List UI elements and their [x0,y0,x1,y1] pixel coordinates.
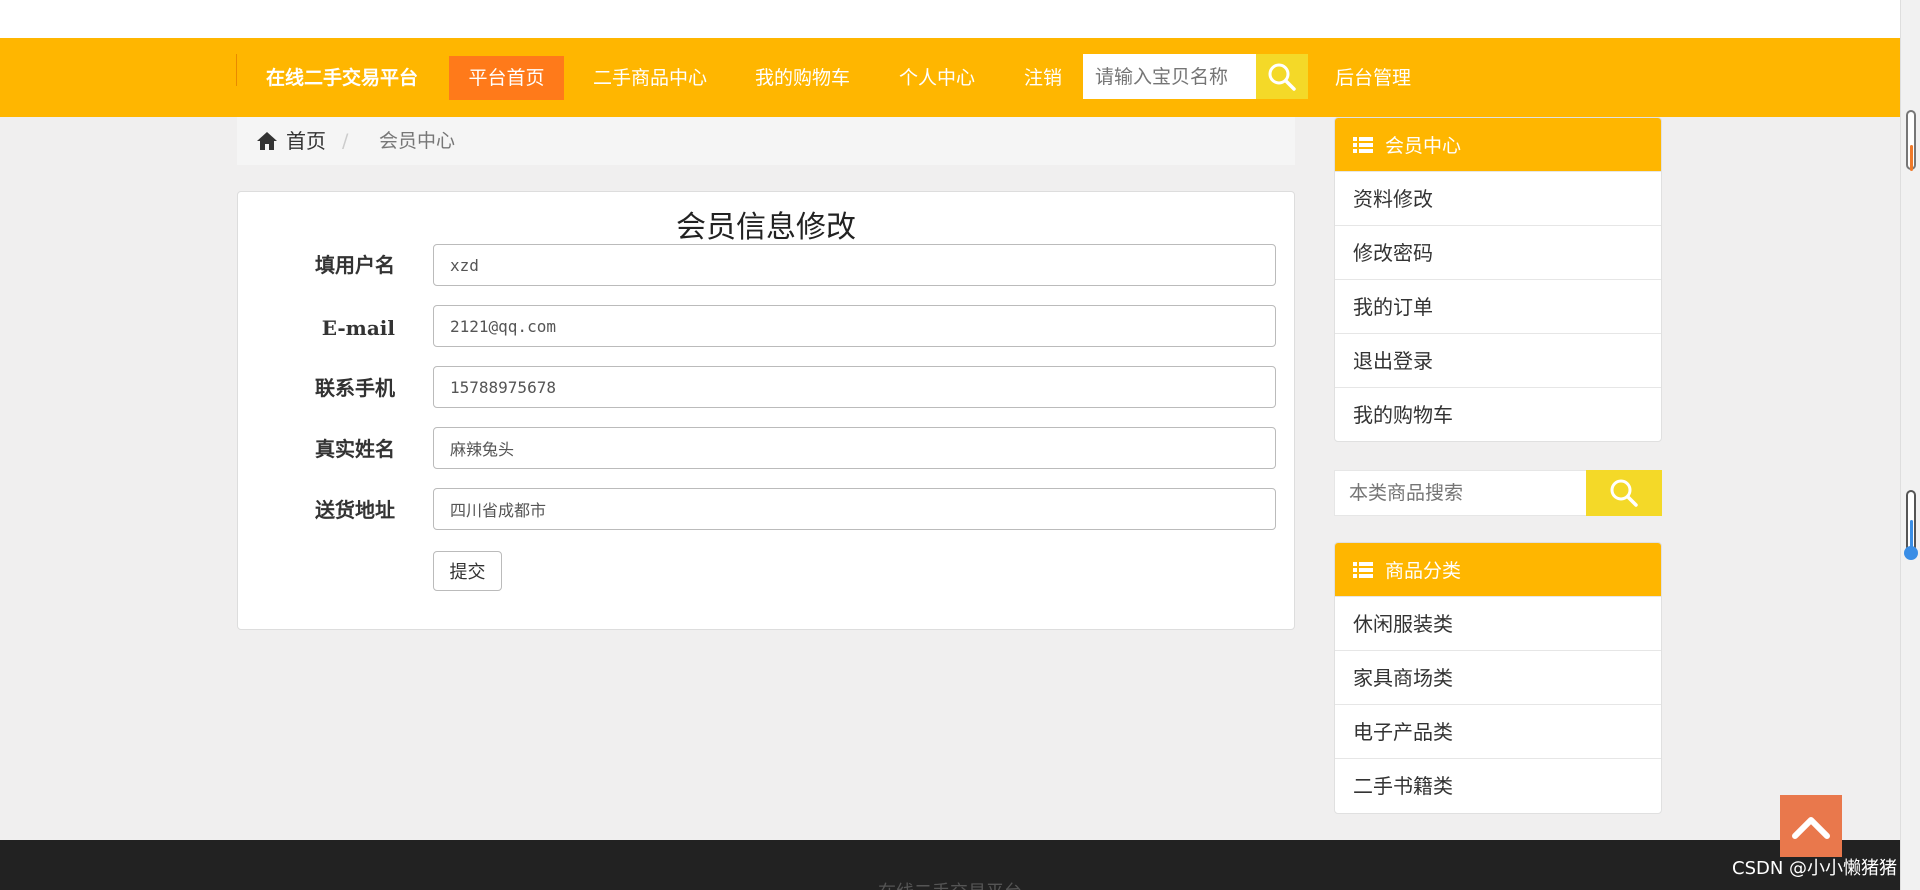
chevron-up-icon [1792,817,1830,839]
email-label: E-mail [321,316,395,340]
scroll-slider-handle[interactable] [1904,546,1918,560]
nav-item-logout[interactable]: 注销 [1024,56,1062,100]
sidebar-item-edit-profile[interactable]: 资料修改 [1335,171,1661,225]
nav-item-cart[interactable]: 我的购物车 [755,56,850,100]
category-search-button[interactable] [1586,470,1662,516]
back-to-top-button[interactable] [1780,795,1842,857]
email-input[interactable] [433,305,1276,347]
footer: 在线二手交易平台 [0,840,1900,890]
sidebar-item-my-cart[interactable]: 我的购物车 [1335,387,1661,441]
real-name-input[interactable] [433,427,1276,469]
nav-search-input[interactable] [1083,54,1256,99]
category-item-furniture[interactable]: 家具商场类 [1335,650,1661,704]
list-icon [1353,561,1373,578]
real-name-label: 真实姓名 [315,437,395,461]
username-input[interactable] [433,244,1276,286]
username-label: 填用户名 [315,253,395,277]
nav-search-button[interactable] [1256,54,1308,99]
member-center-panel: 会员中心 资料修改 修改密码 我的订单 退出登录 我的购物车 [1334,117,1662,442]
nav-item-second-hand-center[interactable]: 二手商品中心 [593,56,707,100]
member-center-title: 会员中心 [1385,135,1462,157]
list-icon [1353,136,1373,153]
nav-item-admin[interactable]: 后台管理 [1335,56,1411,100]
category-item-electronics[interactable]: 电子产品类 [1335,704,1661,758]
member-center-heading: 会员中心 [1335,118,1661,171]
breadcrumb-home-link[interactable]: 首页 [286,127,326,155]
brand-title[interactable]: 在线二手交易平台 [266,62,418,94]
search-icon [1610,479,1638,507]
home-icon [257,132,277,150]
breadcrumb-separator: / [342,130,349,152]
csdn-watermark: CSDN @小小懒猪猪 [1732,858,1898,879]
search-icon [1268,63,1296,91]
navbar-divider [236,54,237,86]
category-search-input[interactable] [1334,470,1586,516]
sidebar-item-change-password[interactable]: 修改密码 [1335,225,1661,279]
phone-input[interactable] [433,366,1276,408]
nav-item-home[interactable]: 平台首页 [449,56,564,100]
address-label: 送货地址 [315,498,395,522]
category-item-books[interactable]: 二手书籍类 [1335,758,1661,812]
submit-button[interactable]: 提交 [433,551,502,591]
phone-label: 联系手机 [315,376,395,400]
category-item-casual-clothing[interactable]: 休闲服装类 [1335,596,1661,650]
category-heading: 商品分类 [1335,543,1661,596]
category-title: 商品分类 [1385,560,1462,582]
sidebar-item-sign-out[interactable]: 退出登录 [1335,333,1661,387]
scrollbar-thumb-accent [1910,145,1913,171]
top-white-strip [0,0,1900,38]
category-panel: 商品分类 休闲服装类 家具商场类 电子产品类 二手书籍类 [1334,542,1662,814]
sidebar-item-my-orders[interactable]: 我的订单 [1335,279,1661,333]
breadcrumb-current: 会员中心 [379,130,456,152]
nav-item-personal-center[interactable]: 个人中心 [899,56,975,100]
address-input[interactable] [433,488,1276,530]
footer-text: 在线二手交易平台 [0,878,1900,890]
